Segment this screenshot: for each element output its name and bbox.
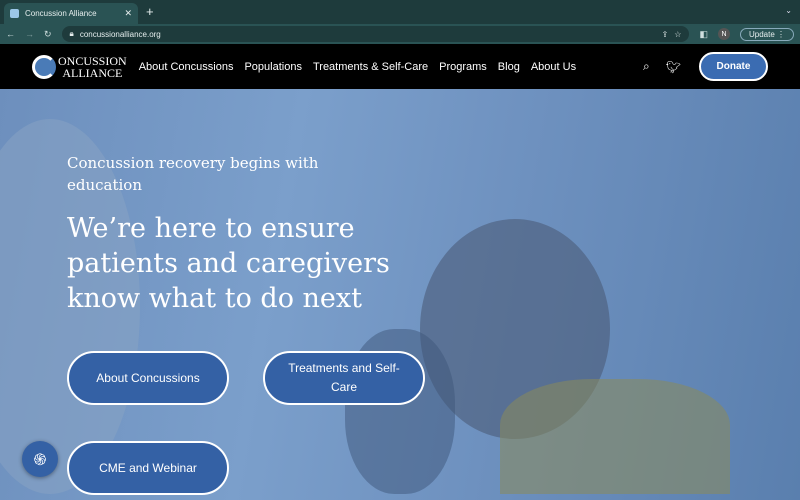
treatments-button[interactable]: Treatments and Self-Care — [263, 351, 425, 405]
close-tab-icon[interactable]: ✕ — [124, 8, 132, 19]
favicon-icon — [10, 9, 19, 18]
sidebar-icon[interactable]: ◧ — [699, 29, 708, 40]
update-label: Update — [748, 29, 775, 39]
twitter-icon[interactable]: 🐦︎ — [666, 60, 681, 74]
search-icon[interactable]: ⌕ — [643, 59, 650, 74]
nav-populations[interactable]: Populations — [244, 61, 302, 73]
hero-headline: We’re here to ensure patients and caregi… — [67, 213, 390, 314]
nav-about-us[interactable]: About Us — [531, 61, 576, 73]
logo-head-icon — [32, 54, 56, 79]
chevron-down-icon[interactable]: ⌄ — [785, 6, 792, 15]
nav-programs[interactable]: Programs — [439, 61, 487, 73]
logo-line1: ONCUSSION — [58, 53, 127, 68]
site-nav: ONCUSSION ALLIANCE About Concussions Popu… — [0, 44, 800, 89]
logo[interactable]: ONCUSSION ALLIANCE — [32, 53, 127, 80]
star-icon[interactable]: ☆ — [674, 30, 681, 39]
logo-line2: ALLIANCE — [62, 65, 123, 80]
nav-blog[interactable]: Blog — [498, 61, 520, 73]
nav-about-concussions[interactable]: About Concussions — [139, 61, 234, 73]
url-text: concussionalliance.org — [79, 29, 161, 39]
hero-subtitle: Concussion recovery begins with educatio… — [67, 154, 319, 194]
back-icon[interactable]: ← — [6, 29, 15, 39]
nav-treatments[interactable]: Treatments & Self-Care — [313, 61, 428, 73]
fingerprint-icon[interactable]: ֍ — [22, 441, 58, 477]
forward-icon[interactable]: → — [25, 29, 34, 39]
hero: Concussion recovery begins with educatio… — [0, 89, 800, 500]
address-bar-row: ← → ↻ 🔒︎ concussionalliance.org ⇪ ☆ ◧ N … — [0, 24, 800, 44]
tab-title: Concussion Alliance — [25, 9, 97, 18]
profile-avatar[interactable]: N — [717, 28, 730, 40]
browser-tab[interactable]: Concussion Alliance ✕ — [4, 3, 138, 24]
hero-photo-sweater — [500, 379, 730, 494]
share-icon[interactable]: ⇪ — [662, 30, 669, 39]
url-field[interactable]: 🔒︎ concussionalliance.org ⇪ ☆ — [61, 26, 690, 42]
about-concussions-button[interactable]: About Concussions — [67, 351, 229, 405]
donate-button[interactable]: Donate — [699, 52, 768, 81]
browser-tab-bar: Concussion Alliance ✕ + ⌄ — [0, 0, 800, 24]
cme-webinar-button[interactable]: CME and Webinar — [67, 441, 229, 495]
new-tab-icon[interactable]: + — [146, 4, 154, 19]
lock-icon: 🔒︎ — [69, 29, 74, 38]
update-button[interactable]: Update ⋮ — [739, 27, 794, 41]
reload-icon[interactable]: ↻ — [44, 29, 52, 40]
